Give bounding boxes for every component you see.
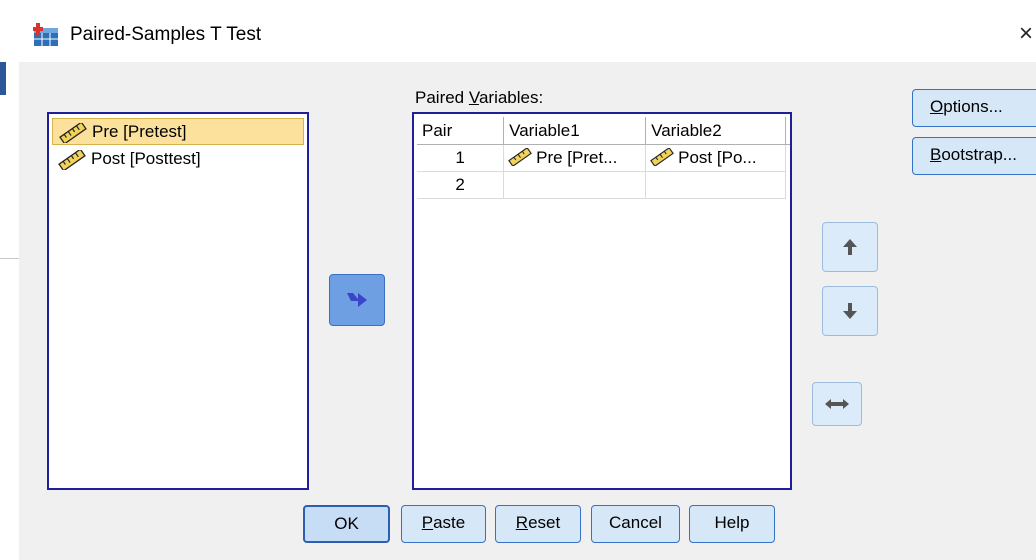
arrow-up-icon [843, 239, 857, 255]
table-row[interactable]: 1 Pre [Pret... Post [Po... [417, 144, 790, 172]
column-header-pair[interactable]: Pair [417, 117, 505, 145]
spss-app-icon [33, 23, 58, 46]
paired-variables-grid[interactable]: Pair Variable1 Variable2 1 Pre [Pret... [412, 112, 792, 490]
list-item-label: Post [Posttest] [91, 149, 201, 168]
bootstrap-button[interactable]: Bootstrap... [912, 137, 1036, 175]
paste-button[interactable]: Paste [401, 505, 486, 543]
scale-ruler-icon [59, 123, 87, 143]
list-item[interactable]: Pre [Pretest] [52, 118, 304, 145]
pair-number-cell: 1 [417, 144, 505, 172]
dialog-title-bar: Paired-Samples T Test × [0, 0, 1036, 62]
close-icon[interactable]: × [1019, 20, 1033, 48]
table-row[interactable]: 2 [417, 171, 790, 199]
options-button[interactable]: Options... [912, 89, 1036, 127]
variable2-value: Post [Po... [678, 148, 757, 167]
arrow-right-icon [347, 293, 367, 307]
variable2-cell[interactable] [645, 171, 787, 199]
help-button[interactable]: Help [689, 505, 775, 543]
scale-ruler-icon [508, 147, 532, 167]
column-header-variable1[interactable]: Variable1 [503, 117, 647, 145]
variable1-value: Pre [Pret... [536, 148, 618, 167]
background-window-strip [0, 62, 19, 560]
arrow-down-icon [843, 303, 857, 319]
reset-button[interactable]: Reset [495, 505, 581, 543]
list-item-label: Pre [Pretest] [92, 122, 187, 141]
pair-number-cell: 2 [417, 171, 505, 199]
move-right-button[interactable] [329, 274, 385, 326]
scale-ruler-icon [650, 147, 675, 167]
column-header-variable2[interactable]: Variable2 [645, 117, 787, 145]
dialog-title: Paired-Samples T Test [70, 24, 262, 45]
cancel-button[interactable]: Cancel [591, 505, 680, 543]
list-item[interactable]: Post [Posttest] [52, 146, 304, 173]
swap-button[interactable] [812, 382, 862, 426]
variable1-cell[interactable]: Pre [Pret... [503, 144, 647, 172]
table-header-row: Pair Variable1 Variable2 [417, 117, 790, 145]
variable2-cell[interactable]: Post [Po... [645, 144, 787, 172]
move-down-button[interactable] [822, 286, 878, 336]
move-up-button[interactable] [822, 222, 878, 272]
paired-variables-label: Paired Variables: [415, 88, 544, 107]
swap-horizontal-icon [825, 399, 849, 409]
variable1-cell[interactable] [503, 171, 647, 199]
source-variable-list[interactable]: Pre [Pretest] Post [Posttest] [47, 112, 309, 490]
scale-ruler-icon [58, 150, 86, 170]
ok-button[interactable]: OK [303, 505, 390, 543]
